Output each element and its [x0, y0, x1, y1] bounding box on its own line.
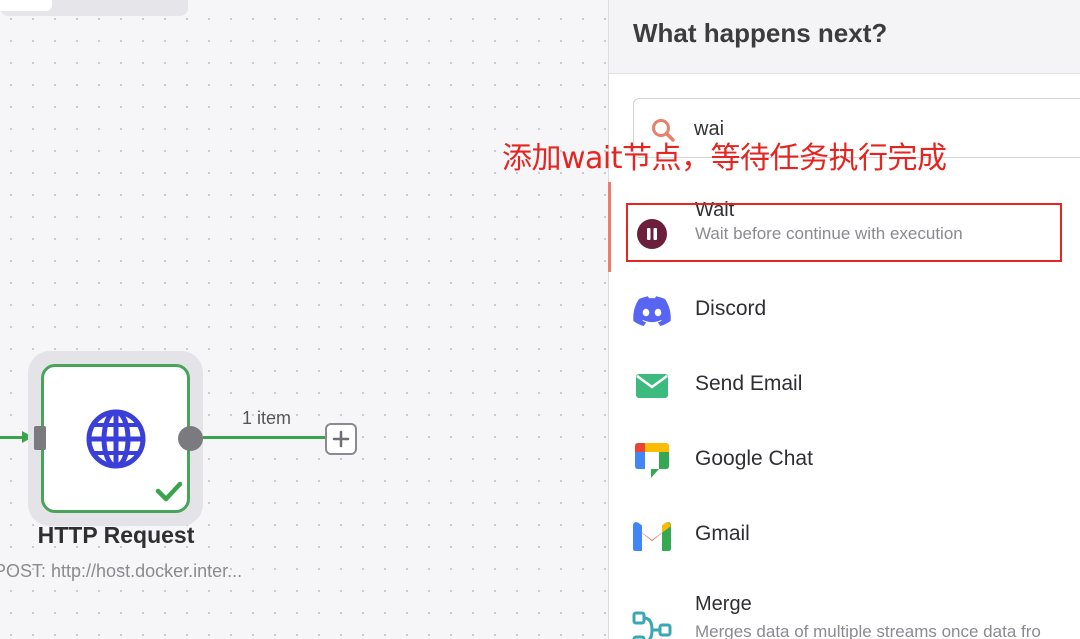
annotation-text: 添加wait节点，等待任务执行完成: [502, 141, 947, 176]
node-item-name: Merge: [695, 593, 752, 615]
node-item-merge[interactable]: Merge Merges data of multiple streams on…: [608, 590, 1080, 639]
http-request-node[interactable]: [41, 364, 190, 513]
toolbar-button[interactable]: [0, 0, 52, 11]
node-item-name: Gmail: [695, 522, 750, 545]
node-item-name: Send Email: [695, 372, 803, 395]
panel-header: What happens next?: [609, 0, 1080, 74]
node-item-send-email[interactable]: Send Email: [608, 350, 1080, 420]
node-item-name: Discord: [695, 297, 767, 320]
edge-item-count: 1 item: [242, 408, 292, 428]
node-item-google-chat[interactable]: Google Chat: [608, 425, 1080, 495]
node-title: HTTP Request: [37, 522, 195, 548]
plus-icon: [332, 430, 350, 448]
check-icon: [155, 481, 183, 502]
node-subtitle: POST: http://host.docker.inter...: [0, 561, 243, 581]
node-output-port[interactable]: [178, 426, 203, 451]
merge-icon: [632, 610, 672, 639]
outgoing-connection: [203, 436, 325, 439]
panel-title: What happens next?: [633, 18, 888, 48]
discord-icon: [632, 291, 672, 331]
gmail-icon: [632, 516, 672, 556]
envelope-icon: [632, 366, 672, 406]
node-item-description: Merges data of multiple streams once dat…: [695, 622, 1041, 639]
node-item-name: Google Chat: [695, 447, 813, 470]
node-input-port[interactable]: [34, 426, 46, 450]
node-item-discord[interactable]: Discord: [608, 275, 1080, 345]
google-chat-icon: [632, 441, 672, 481]
node-item-gmail[interactable]: Gmail: [608, 500, 1080, 570]
globe-icon: [86, 409, 146, 469]
add-node-button[interactable]: [325, 423, 357, 455]
annotation-highlight-box: [626, 203, 1062, 262]
canvas-toolbar: [0, 0, 188, 16]
workflow-canvas[interactable]: 1 item HTTP Request POST: http://host.do…: [0, 0, 608, 639]
